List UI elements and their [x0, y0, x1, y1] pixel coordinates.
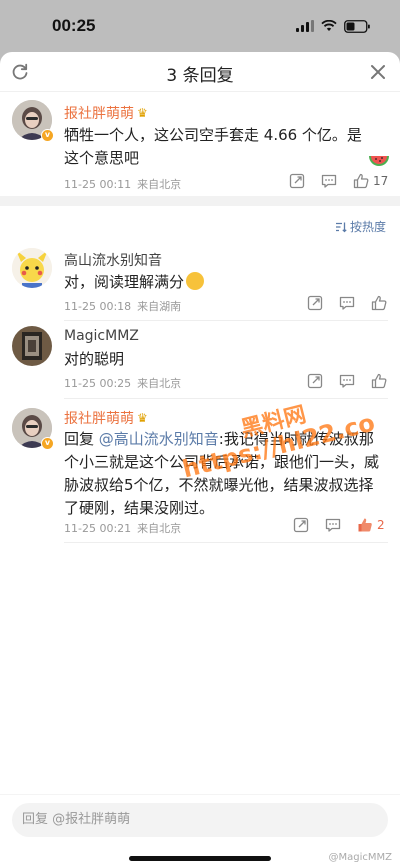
avatar-pikachu-icon: [12, 248, 52, 288]
battery-icon: [344, 19, 370, 33]
reply-text: 对，阅读理解满分: [64, 271, 374, 294]
close-icon[interactable]: [368, 62, 388, 82]
liked-icon[interactable]: [356, 516, 374, 534]
comment-date: 11-25 00:11: [64, 178, 132, 191]
mention-link[interactable]: @高山流水别知音: [99, 430, 219, 448]
reply-username[interactable]: 报社胖萌萌 ♛: [64, 408, 148, 428]
username-text: 报社胖萌萌: [64, 106, 134, 122]
comment-username[interactable]: 报社胖萌萌 ♛: [64, 103, 148, 123]
reply-source: 来自北京: [137, 522, 182, 535]
like-icon[interactable]: [370, 372, 388, 390]
verified-badge-icon: v: [41, 129, 54, 142]
row-divider: [64, 398, 388, 399]
section-divider: [0, 196, 400, 206]
avatar[interactable]: [12, 326, 52, 366]
reply-prefix: 回复: [64, 430, 99, 448]
reply-meta: 11-25 00:25 来自北京: [64, 375, 187, 391]
reply-username[interactable]: MagicMMZ: [64, 328, 139, 344]
reply-date: 11-25 00:18: [64, 300, 132, 313]
avatar-photo-icon: [12, 326, 52, 366]
smirk-emoji-icon: [186, 272, 205, 290]
like-icon[interactable]: [370, 294, 388, 312]
crown-badge-icon: ♛: [137, 106, 148, 120]
like-icon[interactable]: [352, 172, 370, 190]
reply-actions: 2: [292, 516, 385, 534]
avatar[interactable]: [12, 248, 52, 288]
reply-date: 11-25 00:21: [64, 522, 132, 535]
sort-by-hot-button[interactable]: 按热度: [335, 218, 386, 235]
comment-source: 来自北京: [137, 178, 182, 191]
reply-source: 来自湖南: [137, 300, 182, 313]
verified-badge-icon: v: [41, 437, 54, 450]
comment-text: 牺牲一个人，这公司空手套走 4.66 个亿。是这个意思吧: [64, 126, 362, 167]
share-icon[interactable]: [292, 516, 310, 534]
reply-text: 回复 @高山流水别知音:我记得当时就传波叔那个小三就是这个公司背后承诺，跟他们一…: [64, 428, 382, 520]
comment-icon[interactable]: [338, 372, 356, 390]
reply-actions: [306, 372, 388, 390]
wifi-icon: [321, 20, 337, 31]
reply-text: 对的聪明: [64, 350, 125, 368]
share-icon[interactable]: [306, 294, 324, 312]
share-icon[interactable]: [288, 172, 306, 190]
username-text: 报社胖萌萌: [64, 411, 134, 427]
credit-watermark: @MagicMMZ: [328, 852, 393, 863]
reply-meta: 11-25 00:21 来自北京: [64, 520, 187, 536]
signal-icon: [296, 20, 314, 32]
melon-emoji-icon: [368, 152, 390, 172]
sort-label: 按热度: [349, 220, 386, 234]
comment-icon[interactable]: [338, 294, 356, 312]
reply-text-content: 对，阅读理解满分: [64, 273, 185, 291]
reply-sheet: 3 条回复 v 报社胖萌萌 ♛ 牺牲一个人，这公司空手套走 4.66 个亿。是这个…: [0, 52, 400, 867]
comment-icon[interactable]: [320, 172, 338, 190]
reply-date: 11-25 00:25: [64, 377, 132, 390]
status-icons: [296, 18, 370, 34]
sort-icon: [335, 222, 347, 232]
comment-actions: 17: [288, 172, 388, 190]
reply-input[interactable]: 回复 @报社胖萌萌: [12, 803, 388, 837]
home-indicator: [129, 856, 271, 861]
comment-icon[interactable]: [324, 516, 342, 534]
row-divider: [64, 542, 388, 543]
status-bar: 00:25: [0, 0, 400, 52]
sheet-header: 3 条回复: [0, 52, 400, 92]
comment-meta: 11-25 00:11 来自北京: [64, 176, 187, 192]
reply-username[interactable]: 高山流水别知音: [64, 250, 162, 270]
like-count: 17: [373, 174, 389, 188]
reply-actions: [306, 294, 388, 312]
reply-meta: 11-25 00:18 来自湖南: [64, 298, 187, 314]
sheet-title: 3 条回复: [166, 66, 234, 86]
like-count: 2: [377, 518, 385, 532]
status-time: 00:25: [52, 16, 96, 35]
reply-source: 来自北京: [137, 377, 182, 390]
row-divider: [64, 320, 388, 321]
share-icon[interactable]: [306, 372, 324, 390]
crown-badge-icon: ♛: [137, 411, 148, 425]
